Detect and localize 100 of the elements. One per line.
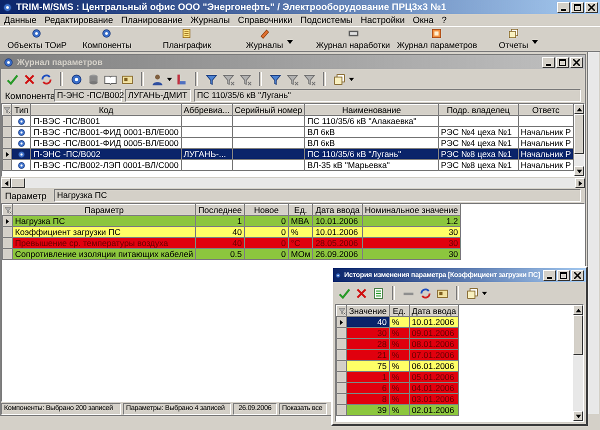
menu-item[interactable]: Журналы [190,15,230,25]
column-header[interactable]: Номинальное значение [362,204,461,216]
toolbar-button[interactable]: Журнал наработки [314,28,392,50]
column-header[interactable]: Серийный номер [232,104,305,116]
column-header[interactable]: Параметр [12,204,196,216]
table-row[interactable]: 40 % 10.01.2006 [336,316,459,328]
horizontal-scrollbar[interactable] [1,178,585,188]
filter-header[interactable] [2,204,12,216]
sheet-button[interactable] [371,286,386,300]
minimize-button[interactable] [557,2,570,12]
person-button[interactable] [150,72,165,86]
column-header[interactable]: Наименование [304,104,438,116]
refresh-button[interactable] [39,72,54,86]
menu-item[interactable]: Настройки [360,15,405,25]
column-header[interactable]: Дата ввода [409,306,459,316]
menu-item[interactable]: Справочники [238,15,292,25]
vertical-scrollbar[interactable] [573,305,583,421]
toolbar-button[interactable]: Объекты ТОиР [5,28,69,50]
toolbar-button[interactable]: Компоненты [80,28,134,50]
scroll-thumb[interactable] [11,178,25,188]
table-row[interactable]: Нагрузка ПС 1 0 МВА 10.01.2006 1.2 [2,216,461,226]
toolbar-button[interactable]: Планграфик [160,28,214,50]
row-marker[interactable] [336,350,346,360]
table-cell: 39 [346,404,390,416]
table-cell: РЭС №8 цеха №1 [438,160,518,170]
table-cell: РЭС №4 цеха №1 [438,126,518,138]
input-field[interactable]: Нагрузка ПС [54,189,581,202]
vertical-scrollbar[interactable] [587,52,599,414]
table-cell: МОм [288,248,313,260]
documents-button[interactable] [332,72,347,86]
row-marker[interactable] [336,372,346,382]
filter-clear-icon [239,72,252,86]
vertical-scrollbar[interactable] [574,104,584,176]
table-row[interactable]: 75 % 06.01.2006 [336,360,459,372]
row-marker[interactable] [336,328,346,338]
row-marker[interactable] [2,138,12,148]
maximize-button[interactable] [556,56,569,68]
row-marker[interactable] [336,394,346,404]
filter-header[interactable] [336,306,346,316]
minimize-button[interactable] [543,270,556,280]
toolbar-button[interactable]: Отчеты [496,28,544,50]
column-header[interactable]: Новое [244,204,288,216]
column-header[interactable]: Дата ввода [312,204,362,216]
gear-button[interactable] [69,72,84,86]
toolbar-button[interactable]: Журналы [244,28,298,50]
down-arrow-icon [574,412,582,420]
input-field[interactable]: ПС 110/35/6 кВ "Лугань" [194,89,581,102]
close-button[interactable] [585,2,598,12]
column-header[interactable]: Подр. владелец [438,104,518,116]
table-cell: Начальник Р [518,160,574,170]
row-marker[interactable] [2,160,12,170]
row-marker[interactable] [2,148,12,160]
maximize-button[interactable] [571,2,584,12]
menu-item[interactable]: ? [442,15,447,25]
caret-icon [532,39,538,45]
window-title: TRIM-M/SMS : Центральный офис ООО "Энергонефть" / Электрооборудование ПРЦ3х3 №1 [16,2,446,12]
scroll-thumb[interactable] [574,114,584,154]
column-header[interactable]: Значение [346,306,390,316]
column-header[interactable]: Ед. [389,306,410,316]
column-header[interactable]: Аббревиа... [181,104,232,116]
close-button[interactable] [571,270,584,280]
row-marker[interactable] [2,116,12,126]
filter-header[interactable] [2,104,12,116]
menu-item[interactable]: Подсистемы [300,15,353,25]
current-row-icon [339,320,344,324]
close-button[interactable] [570,56,583,68]
row-marker[interactable] [2,238,12,248]
refresh-button[interactable] [418,286,433,300]
row-marker[interactable] [336,360,346,372]
column-header[interactable]: Ответс [518,104,574,116]
minimize-button[interactable] [542,56,555,68]
documents-icon [333,72,346,86]
column-header[interactable]: Ед. [288,204,313,216]
maximize-icon [560,272,567,278]
menu-item[interactable]: Данные [4,15,37,25]
row-marker[interactable] [2,126,12,138]
row-marker[interactable] [336,316,346,328]
up-arrow-icon [574,306,582,314]
documents-button[interactable] [465,286,480,300]
table-row[interactable]: 39 % 02.01.2006 [336,404,459,416]
row-marker[interactable] [2,216,12,226]
column-header[interactable]: Код [30,104,182,116]
row-marker[interactable] [336,404,346,416]
row-marker[interactable] [2,226,12,238]
table-row[interactable]: Коэффициент загрузки ПС 40 0 % 10.01.2006 30 [2,226,461,238]
table-row[interactable]: Сопротивление изоляции питающих кабелей 0.5 0 МОм 26.09.2006 30 [2,248,461,260]
row-marker[interactable] [336,338,346,350]
column-header[interactable]: Тип [12,104,31,116]
scroll-thumb[interactable] [573,315,583,355]
row-marker[interactable] [2,248,12,260]
toolbar-button[interactable]: Журнал параметров [394,28,480,50]
input-field[interactable]: П-ЭНС -ПС/В002 [54,89,122,102]
menu-item[interactable]: Окна [412,15,434,25]
tool-icon [175,72,188,86]
menu-item[interactable]: Планирование [121,15,183,25]
column-header[interactable]: Последнее [196,204,244,216]
row-marker[interactable] [336,382,346,394]
menu-item[interactable]: Редактирование [44,15,114,25]
input-field[interactable]: ЛУГАНЬ-ДМИТ [125,89,191,102]
maximize-button[interactable] [557,270,570,280]
